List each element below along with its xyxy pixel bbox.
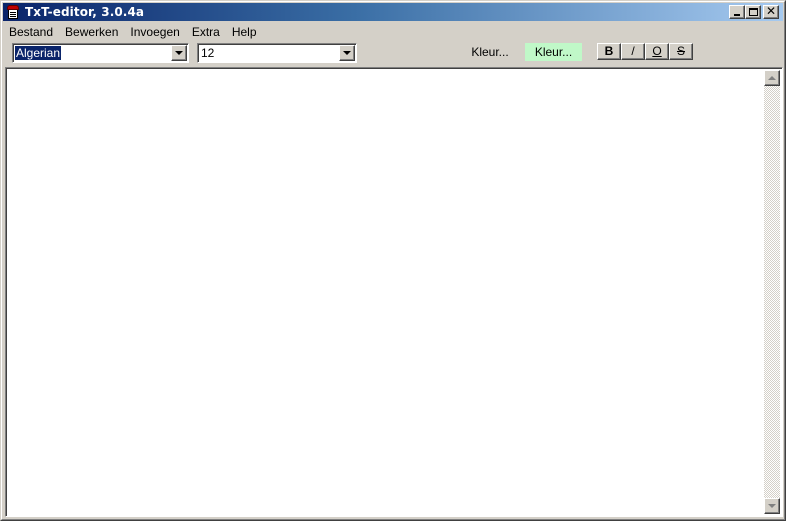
format-button-group: B / O S bbox=[597, 43, 693, 60]
window-title: TxT-editor, 3.0.4a bbox=[25, 5, 145, 19]
minimize-icon bbox=[734, 14, 740, 16]
italic-button[interactable]: / bbox=[621, 43, 645, 60]
text-color-button[interactable]: Kleur... bbox=[462, 43, 518, 61]
font-size-value: 12 bbox=[201, 46, 215, 60]
menu-help[interactable]: Help bbox=[226, 23, 263, 42]
editor-content[interactable] bbox=[9, 71, 762, 513]
scroll-down-button[interactable] bbox=[764, 498, 780, 514]
font-family-dropdown-button[interactable] bbox=[171, 45, 187, 61]
maximize-button[interactable] bbox=[745, 5, 761, 19]
scroll-down-icon bbox=[768, 504, 776, 508]
minimize-button[interactable] bbox=[729, 5, 745, 19]
chevron-down-icon bbox=[343, 51, 351, 55]
font-family-select[interactable]: Algerian bbox=[12, 43, 189, 63]
close-button[interactable]: ✕ bbox=[763, 4, 779, 19]
menu-extra[interactable]: Extra bbox=[186, 23, 226, 42]
scroll-up-button[interactable] bbox=[764, 70, 780, 86]
font-family-value: Algerian bbox=[15, 46, 62, 60]
font-size-select[interactable]: 12 bbox=[197, 43, 357, 63]
scroll-up-icon bbox=[768, 76, 776, 80]
menu-bar: Bestand Bewerken Invoegen Extra Help bbox=[3, 23, 263, 42]
chevron-down-icon bbox=[175, 51, 183, 55]
menu-invoegen[interactable]: Invoegen bbox=[124, 23, 185, 42]
font-size-dropdown-button[interactable] bbox=[339, 45, 355, 61]
menu-bestand[interactable]: Bestand bbox=[3, 23, 59, 42]
bold-button[interactable]: B bbox=[597, 43, 621, 60]
strikethrough-button[interactable]: S bbox=[669, 43, 693, 60]
vertical-scrollbar[interactable] bbox=[764, 70, 780, 514]
notepad-icon[interactable] bbox=[6, 5, 20, 19]
underline-button[interactable]: O bbox=[645, 43, 669, 60]
background-color-button[interactable]: Kleur... bbox=[525, 43, 582, 61]
text-editor-area[interactable] bbox=[5, 67, 783, 517]
maximize-icon bbox=[749, 8, 758, 16]
title-bar[interactable]: TxT-editor, 3.0.4a ✕ bbox=[3, 3, 783, 21]
app-window: TxT-editor, 3.0.4a ✕ Bestand Bewerken In… bbox=[0, 0, 786, 521]
close-icon: ✕ bbox=[765, 4, 777, 18]
menu-bewerken[interactable]: Bewerken bbox=[59, 23, 124, 42]
